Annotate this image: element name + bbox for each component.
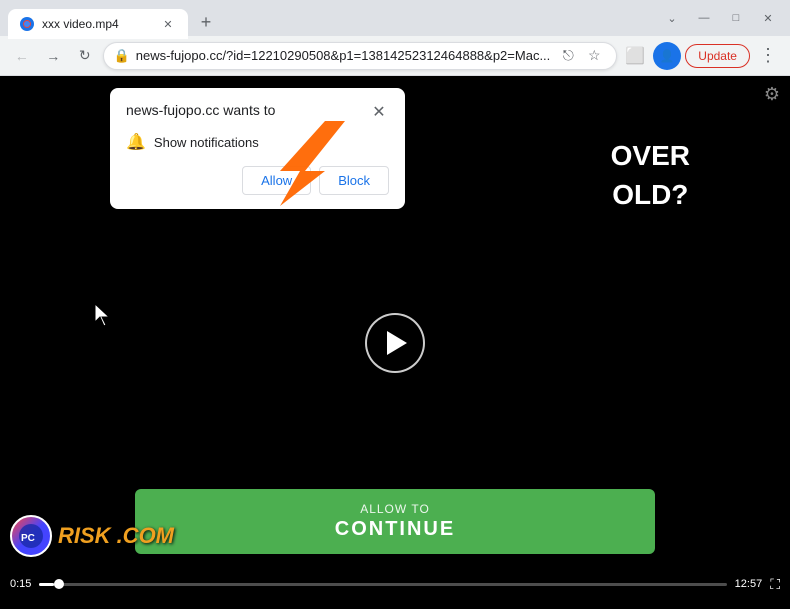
notification-label: Show notifications: [154, 135, 259, 150]
tab-favicon: [20, 17, 34, 31]
total-time: 12:57: [735, 578, 763, 590]
play-icon: [387, 331, 407, 355]
continue-label: CONTINUE: [335, 518, 455, 541]
active-tab[interactable]: xxx video.mp4 ✕: [8, 9, 188, 39]
fullscreen-button[interactable]: ⛶: [770, 576, 780, 593]
video-controls: 0:15 12:57 ⛶: [0, 559, 790, 609]
forward-button[interactable]: →: [40, 42, 68, 70]
allow-continue-button[interactable]: ALLOW TO CONTINUE: [135, 489, 655, 554]
popup-actions: Allow Block: [126, 166, 389, 195]
progress-fill: [39, 583, 54, 586]
update-button[interactable]: Update: [685, 44, 750, 68]
maximize-button[interactable]: □: [722, 4, 750, 32]
popup-close-button[interactable]: ✕: [369, 102, 389, 122]
risk-com-text: .COM: [117, 523, 174, 549]
window-controls: ⌄ — □ ✕: [658, 4, 782, 32]
url-text: news-fujopo.cc/?id=12210290508&p1=138142…: [136, 48, 551, 63]
url-actions: ⎋ ☆: [556, 44, 606, 68]
close-window-button[interactable]: ✕: [754, 4, 782, 32]
allow-to-label: ALLOW TO: [360, 502, 430, 516]
pc-logo-svg: PC: [17, 522, 45, 550]
address-bar: ← → ↻ 🔒 news-fujopo.cc/?id=12210290508&p…: [0, 36, 790, 76]
menu-button[interactable]: ⋮: [754, 42, 782, 70]
chevron-down-icon[interactable]: ⌄: [658, 4, 686, 32]
progress-dot: [54, 579, 64, 589]
watermark-area: PC RISK .COM: [10, 515, 174, 557]
video-overlay-text: OVER OLD?: [611, 136, 690, 214]
tab-close-button[interactable]: ✕: [160, 16, 176, 32]
share-icon[interactable]: ⎋: [556, 44, 580, 68]
reload-button[interactable]: ↻: [71, 42, 99, 70]
tab-title: xxx video.mp4: [42, 17, 152, 31]
block-button[interactable]: Block: [319, 166, 389, 195]
title-bar: xxx video.mp4 ✕ + ⌄ — □ ✕: [0, 0, 790, 36]
notification-popup: news-fujopo.cc wants to ✕ 🔔 Show notific…: [110, 88, 405, 209]
lock-icon: 🔒: [114, 48, 130, 64]
new-tab-button[interactable]: +: [192, 8, 220, 36]
settings-icon[interactable]: ⚙: [764, 84, 780, 105]
play-button[interactable]: [365, 313, 425, 373]
back-button[interactable]: ←: [8, 42, 36, 70]
risk-text: RISK: [58, 525, 111, 547]
minimize-button[interactable]: —: [690, 4, 718, 32]
content-area: OVER OLD? ⚙ ALLOW TO CONTINUE 0:15 12:57…: [0, 76, 790, 609]
current-time: 0:15: [10, 578, 31, 590]
pc-logo-circle: PC: [10, 515, 52, 557]
toolbar-right: ⬜ 👤 Update ⋮: [621, 42, 782, 70]
popup-title: news-fujopo.cc wants to: [126, 102, 275, 118]
popup-header: news-fujopo.cc wants to ✕: [126, 102, 389, 122]
allow-button[interactable]: Allow: [242, 166, 311, 195]
risk-text-area: RISK: [58, 525, 111, 547]
popup-notification-row: 🔔 Show notifications: [126, 132, 389, 152]
profile-button[interactable]: 👤: [653, 42, 681, 70]
progress-bar[interactable]: [39, 583, 726, 586]
extensions-button[interactable]: ⬜: [621, 42, 649, 70]
bell-icon: 🔔: [126, 132, 146, 152]
svg-text:PC: PC: [21, 533, 35, 544]
browser-frame: xxx video.mp4 ✕ + ⌄ — □ ✕ ← → ↻ 🔒 news-f…: [0, 0, 790, 609]
tab-area: xxx video.mp4 ✕ +: [8, 0, 652, 36]
url-bar[interactable]: 🔒 news-fujopo.cc/?id=12210290508&p1=1381…: [103, 42, 618, 70]
bookmark-icon[interactable]: ☆: [582, 44, 606, 68]
